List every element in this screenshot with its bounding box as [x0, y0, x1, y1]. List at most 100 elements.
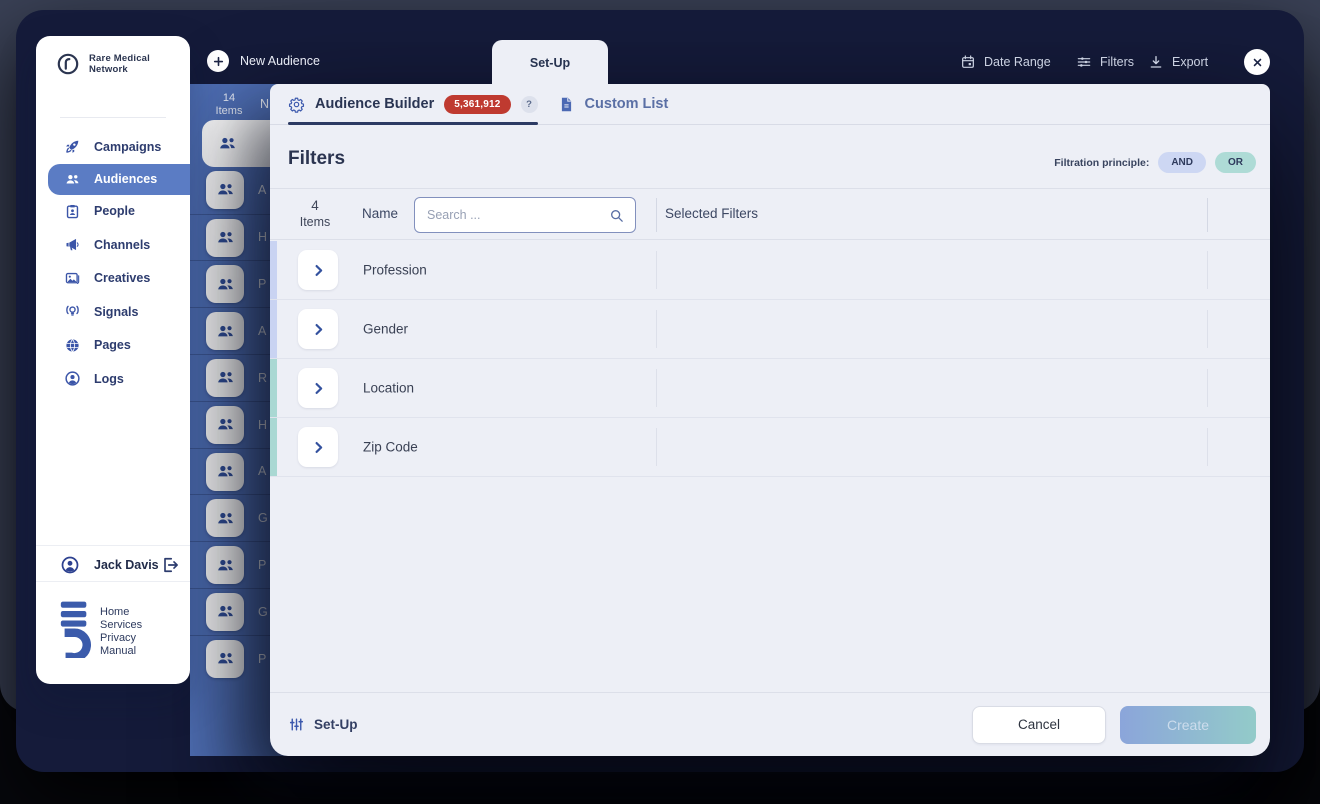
footer-link-services[interactable]: Services: [100, 619, 142, 632]
user-avatar-icon: [60, 555, 80, 575]
sliders-icon: [1076, 54, 1092, 70]
new-audience-label: New Audience: [240, 54, 320, 68]
filters-table-header: 4 Items Name Selected Filters: [270, 188, 1270, 240]
column-divider: [1207, 310, 1208, 348]
expand-filter-button[interactable]: [298, 368, 338, 408]
users-icon[interactable]: [206, 312, 244, 350]
filter-row-label: Zip Code: [363, 440, 418, 455]
principle-and-button[interactable]: AND: [1158, 152, 1206, 173]
tab-audience-builder-label: Audience Builder: [315, 96, 434, 112]
divider: [36, 581, 190, 582]
column-divider: [656, 251, 657, 289]
tab-set-up[interactable]: Set-Up: [492, 40, 608, 85]
audience-item-label: R: [258, 371, 267, 385]
audience-item-label: A: [258, 183, 266, 197]
sidebar-item-people[interactable]: People: [36, 195, 190, 229]
sidebar-item-campaigns[interactable]: Campaigns: [36, 130, 190, 164]
tab-custom-list[interactable]: Custom List: [558, 84, 669, 124]
help-button[interactable]: ?: [521, 96, 538, 113]
footer-setup[interactable]: Set-Up: [288, 716, 358, 733]
users-icon[interactable]: [206, 171, 244, 209]
sidebar-item-audiences[interactable]: Audiences: [48, 164, 190, 195]
download-icon: [1148, 54, 1164, 70]
filtration-principle: Filtration principle: AND OR: [1054, 152, 1256, 173]
id-card-icon: [64, 203, 81, 220]
users-icon[interactable]: [208, 124, 246, 162]
footer-link-manual[interactable]: Manual: [100, 645, 142, 658]
column-header-selected-filters: Selected Filters: [665, 206, 758, 221]
audience-item-label: A: [258, 464, 266, 478]
create-button[interactable]: Create: [1120, 706, 1256, 744]
users-icon[interactable]: [206, 359, 244, 397]
sidebar-item-signals[interactable]: Signals: [36, 295, 190, 329]
search-input[interactable]: [415, 208, 608, 222]
filter-row-profession: Profession: [270, 241, 1270, 300]
logout-icon[interactable]: [160, 555, 180, 575]
principle-or-button[interactable]: OR: [1215, 152, 1256, 173]
plus-icon: [207, 50, 229, 72]
image-icon: [64, 270, 81, 287]
filter-row-label: Gender: [363, 322, 408, 337]
filter-rows: Profession Gender Location Zip Code: [270, 241, 1270, 477]
sidebar-item-channels[interactable]: Channels: [36, 228, 190, 262]
audience-item-label: H: [258, 418, 267, 432]
footer-link-privacy[interactable]: Privacy: [100, 632, 142, 645]
brand-name: Rare Medical Network: [89, 53, 181, 75]
rocket-icon: [64, 138, 81, 155]
tab-set-up-label: Set-Up: [530, 56, 570, 70]
sidebar-item-creatives[interactable]: Creatives: [36, 262, 190, 296]
sidebar-nav: Campaigns Audiences People Channels Crea…: [36, 130, 190, 396]
column-divider: [656, 198, 657, 232]
column-divider: [656, 310, 657, 348]
expand-filter-button[interactable]: [298, 250, 338, 290]
topbar-date-range-button[interactable]: Date Range: [960, 51, 1051, 73]
audience-item-label: G: [258, 511, 268, 525]
users-icon[interactable]: [206, 265, 244, 303]
topbar-filters-button[interactable]: Filters: [1076, 51, 1134, 73]
users-icon[interactable]: [206, 219, 244, 257]
topbar-export-button[interactable]: Export: [1148, 51, 1208, 73]
users-icon[interactable]: [206, 406, 244, 444]
calendar-icon: [960, 54, 976, 70]
filtration-principle-label: Filtration principle:: [1054, 157, 1149, 169]
column-header-name: Name: [362, 206, 398, 221]
users-icon[interactable]: [206, 499, 244, 537]
filters-section-title: Filters: [288, 148, 345, 170]
new-audience-button[interactable]: New Audience: [207, 49, 320, 73]
filter-row-label: Profession: [363, 263, 427, 278]
footer-links: HomeServicesPrivacyManual: [100, 606, 142, 658]
filter-row-gender: Gender: [270, 300, 1270, 359]
audience-count-label: Items: [200, 105, 258, 118]
expand-filter-button[interactable]: [298, 309, 338, 349]
document-icon: [558, 96, 575, 113]
megaphone-icon: [64, 236, 81, 253]
users-icon: [64, 171, 81, 188]
filter-group-strip: [270, 300, 277, 358]
tab-custom-list-label: Custom List: [585, 96, 669, 112]
users-icon[interactable]: [206, 593, 244, 631]
users-icon[interactable]: [206, 453, 244, 491]
sidebar-item-pages[interactable]: Pages: [36, 329, 190, 363]
signal-bulb-icon: [64, 303, 81, 320]
modal-tabbar: Audience Builder 5,361,912 ? Custom List: [270, 84, 1270, 125]
filter-row-location: Location: [270, 359, 1270, 418]
gear-icon: [288, 96, 305, 113]
users-icon[interactable]: [206, 640, 244, 678]
expand-filter-button[interactable]: [298, 427, 338, 467]
footer-link-home[interactable]: Home: [100, 606, 142, 619]
column-divider: [656, 428, 657, 466]
filter-row-label: Location: [363, 381, 414, 396]
audience-item-label: G: [258, 605, 268, 619]
column-divider: [1207, 198, 1208, 232]
filters-count-number: 4: [292, 198, 338, 214]
cancel-button[interactable]: Cancel: [972, 706, 1106, 744]
footer-setup-label: Set-Up: [314, 717, 358, 732]
tab-audience-builder[interactable]: Audience Builder 5,361,912 ?: [288, 84, 538, 124]
users-icon[interactable]: [206, 546, 244, 584]
filter-group-strip: [270, 241, 277, 299]
user-circle-icon: [64, 370, 81, 387]
close-icon[interactable]: [1244, 49, 1270, 75]
filters-count: 4 Items: [292, 198, 338, 230]
audience-count: 14 Items: [200, 92, 258, 117]
sidebar-item-logs[interactable]: Logs: [36, 362, 190, 396]
